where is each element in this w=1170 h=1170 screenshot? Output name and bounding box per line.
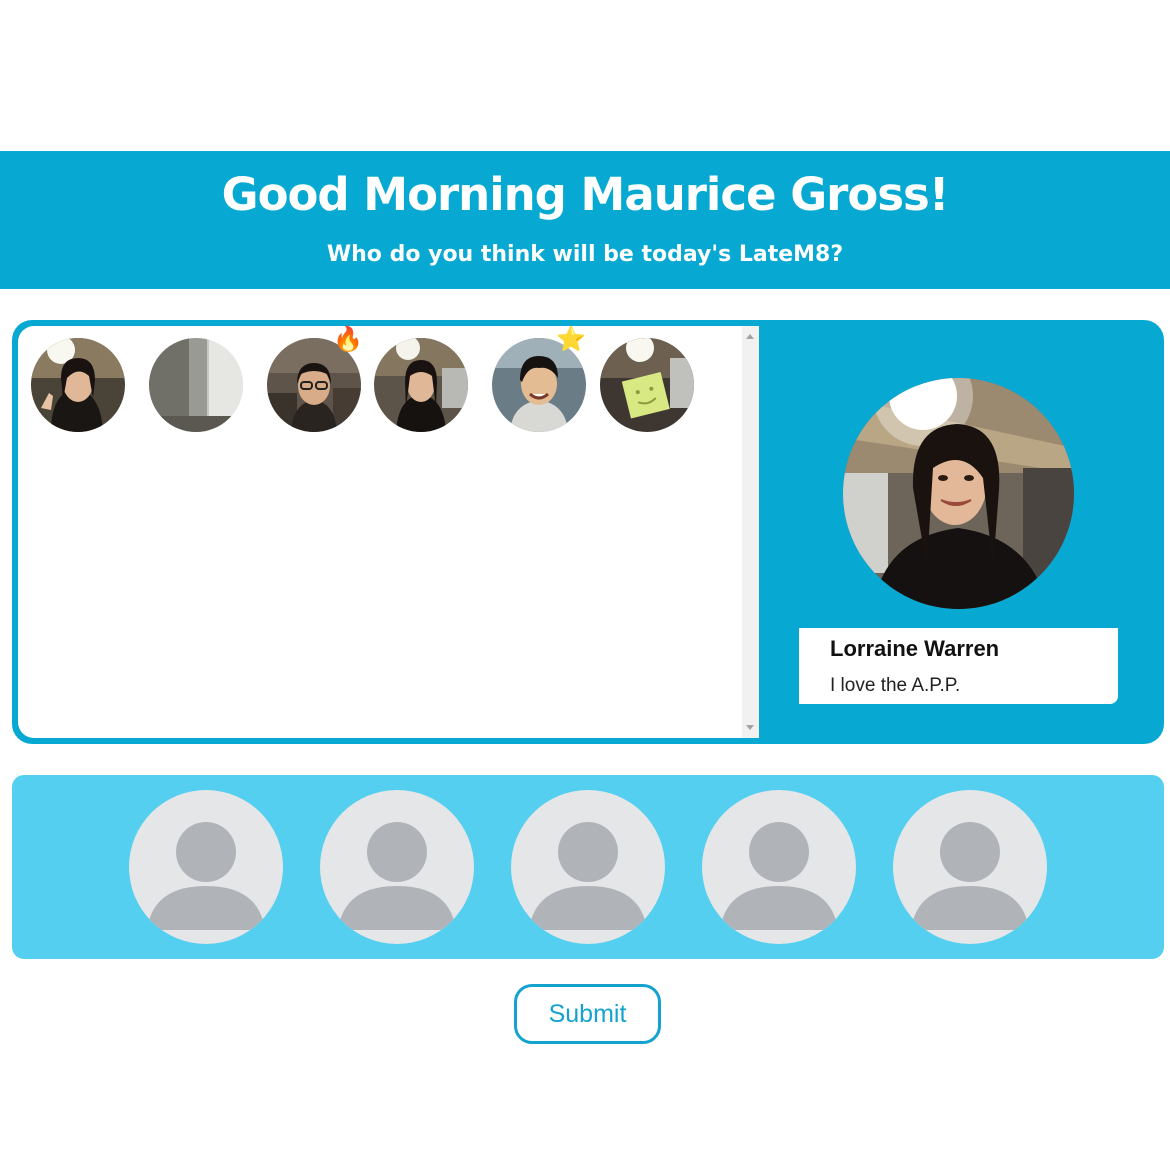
profile-bio: I love the A.P.P. [830,675,961,696]
fire-badge-icon: 🔥 [333,326,363,353]
pool-avatar-4[interactable] [374,338,468,432]
guess-slot-3[interactable] [511,790,665,944]
pool-avatar-1[interactable] [31,338,125,432]
guess-slot-2[interactable] [320,790,474,944]
user-placeholder-icon [529,822,647,930]
guess-slot-5[interactable] [893,790,1047,944]
greeting-title: Good Morning Maurice Gross! [221,168,950,221]
user-placeholder-icon [338,822,456,930]
guess-slot-1[interactable] [129,790,283,944]
user-placeholder-icon [147,822,265,930]
user-placeholder-icon [720,822,838,930]
question-subtitle: Who do you think will be today's LateM8? [326,242,844,267]
profile-name: Lorraine Warren [830,636,1000,661]
profile-card: Lorraine Warren I love the A.P.P. [799,628,1118,704]
star-badge-icon: ⭐ [556,326,586,353]
submit-button[interactable]: Submit [514,984,661,1044]
scroll-up-arrow-icon[interactable] [746,334,754,339]
pool-scrollbar[interactable] [742,326,759,738]
user-placeholder-icon [911,822,1029,930]
pool-avatar-6[interactable] [600,338,694,432]
selected-profile-photo [843,378,1074,609]
scroll-down-arrow-icon[interactable] [746,725,754,730]
pool-avatar-2[interactable] [149,338,243,432]
guess-slot-4[interactable] [702,790,856,944]
